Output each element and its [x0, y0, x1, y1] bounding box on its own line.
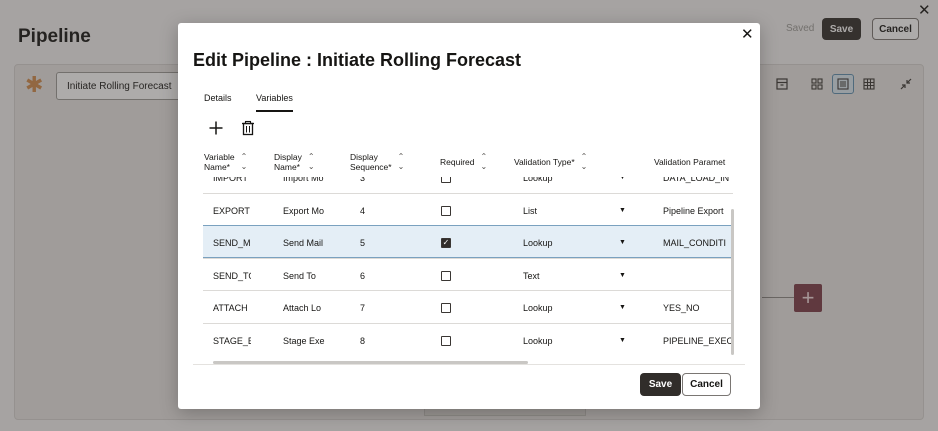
sort-icon[interactable]: ⌃ ⌄ — [481, 152, 488, 172]
variable-name-cell[interactable]: ATTACH — [213, 291, 251, 324]
sort-icon[interactable]: ⌃ ⌄ — [581, 152, 588, 172]
dropdown-caret-icon[interactable]: ▼ — [619, 259, 629, 292]
edit-pipeline-dialog: ✕ Edit Pipeline : Initiate Rolling Forec… — [178, 23, 760, 409]
dialog-title: Edit Pipeline : Initiate Rolling Forecas… — [193, 50, 522, 70]
column-header-display-name[interactable]: Display Name* ⌃ ⌄ — [274, 147, 315, 177]
validation-parameter-cell[interactable]: PIPELINE_EXEC — [663, 324, 733, 357]
column-header-display-sequence[interactable]: Display Sequence* ⌃ ⌄ — [350, 147, 404, 177]
table-row[interactable]: STAGE_E Stage Exe 8 Lookup ▼ PIPELINE_EXEC — [203, 323, 733, 356]
tab-variables[interactable]: Variables — [256, 93, 293, 112]
variable-name-cell[interactable]: EXPORT — [213, 194, 251, 227]
sort-icon[interactable]: ⌃ ⌄ — [241, 152, 248, 172]
variable-name-cell[interactable]: SEND_M — [213, 226, 251, 259]
required-checkbox[interactable]: ✓ — [441, 237, 451, 248]
variable-name-cell[interactable]: STAGE_E — [213, 324, 251, 357]
table-row[interactable]: ATTACH Attach Lo 7 Lookup ▼ YES_NO — [203, 290, 733, 323]
dialog-save-button[interactable]: Save — [640, 373, 681, 396]
display-sequence-cell[interactable]: 3 — [360, 177, 390, 194]
required-checkbox[interactable] — [441, 270, 451, 281]
display-name-cell[interactable]: Send Mail — [283, 226, 329, 259]
tab-details[interactable]: Details — [204, 93, 232, 103]
display-sequence-cell[interactable]: 6 — [360, 259, 390, 292]
vertical-scrollbar[interactable] — [731, 209, 734, 355]
validation-parameter-cell[interactable]: YES_NO — [663, 291, 733, 324]
column-header-validation-parameters[interactable]: Validation Paramet — [654, 147, 725, 177]
required-cell — [441, 291, 457, 324]
dialog-cancel-button[interactable]: Cancel — [682, 373, 731, 396]
validation-type-select[interactable]: List — [523, 194, 593, 227]
sort-icon[interactable]: ⌃ ⌄ — [308, 152, 315, 172]
display-name-cell[interactable]: Import Mo — [283, 177, 329, 194]
variables-table: Variable Name* ⌃ ⌄ Display Name* ⌃ ⌄ Display… — [203, 147, 733, 361]
table-row[interactable]: EXPORT Export Mo 4 List ▼ Pipeline Export — [203, 193, 733, 226]
display-sequence-cell[interactable]: 4 — [360, 194, 390, 227]
validation-parameter-cell[interactable]: MAIL_CONDITI — [663, 226, 733, 259]
variable-name-cell[interactable]: IMPORT — [213, 177, 251, 194]
column-header-validation-type[interactable]: Validation Type* ⌃ ⌄ — [514, 147, 587, 177]
display-sequence-cell[interactable]: 8 — [360, 324, 390, 357]
required-cell — [441, 259, 457, 292]
display-sequence-cell[interactable]: 7 — [360, 291, 390, 324]
validation-parameter-cell[interactable]: Pipeline Export — [663, 194, 733, 227]
table-header: Variable Name* ⌃ ⌄ Display Name* ⌃ ⌄ Display… — [203, 147, 733, 177]
validation-parameter-cell[interactable] — [663, 259, 733, 292]
validation-type-select[interactable]: Text — [523, 259, 593, 292]
table-row[interactable]: SEND_TO Send To 6 Text ▼ — [203, 258, 733, 291]
display-name-cell[interactable]: Attach Lo — [283, 291, 329, 324]
display-name-cell[interactable]: Send To — [283, 259, 329, 292]
required-checkbox[interactable] — [441, 205, 451, 216]
validation-type-select[interactable]: Lookup — [523, 177, 593, 194]
column-header-variable-name[interactable]: Variable Name* ⌃ ⌄ — [204, 147, 247, 177]
dropdown-caret-icon[interactable]: ▼ — [619, 324, 629, 357]
column-header-required[interactable]: Required ⌃ ⌄ — [440, 147, 487, 177]
display-name-cell[interactable]: Stage Exe — [283, 324, 329, 357]
required-cell — [441, 324, 457, 357]
validation-type-select[interactable]: Lookup — [523, 226, 593, 259]
table-body: IMPORT Import Mo 3 Lookup ▼ DATA_LOAD_IN EXPOR… — [203, 177, 733, 361]
table-row[interactable]: IMPORT Import Mo 3 Lookup ▼ DATA_LOAD_IN — [203, 177, 733, 193]
footer-divider — [193, 364, 745, 365]
required-checkbox[interactable] — [441, 302, 451, 313]
validation-type-select[interactable]: Lookup — [523, 291, 593, 324]
variable-name-cell[interactable]: SEND_TO — [213, 259, 251, 292]
validation-parameter-cell[interactable]: DATA_LOAD_IN — [663, 177, 733, 194]
display-sequence-cell[interactable]: 5 — [360, 226, 390, 259]
dropdown-caret-icon[interactable]: ▼ — [619, 194, 629, 227]
required-cell — [441, 177, 457, 194]
sort-icon[interactable]: ⌃ ⌄ — [398, 152, 405, 172]
display-name-cell[interactable]: Export Mo — [283, 194, 329, 227]
add-icon[interactable] — [207, 119, 225, 137]
required-checkbox[interactable] — [441, 177, 451, 183]
validation-type-select[interactable]: Lookup — [523, 324, 593, 357]
table-row[interactable]: SEND_M Send Mail 5 ✓ Lookup ▼ MAIL_CONDITI — [203, 225, 733, 258]
required-cell — [441, 194, 457, 227]
required-checkbox[interactable] — [441, 335, 451, 346]
required-cell: ✓ — [441, 226, 457, 259]
delete-icon[interactable] — [239, 119, 257, 137]
dropdown-caret-icon[interactable]: ▼ — [619, 226, 629, 259]
dropdown-caret-icon[interactable]: ▼ — [619, 291, 629, 324]
dialog-close-icon[interactable]: ✕ — [741, 27, 754, 43]
dropdown-caret-icon[interactable]: ▼ — [619, 177, 629, 194]
